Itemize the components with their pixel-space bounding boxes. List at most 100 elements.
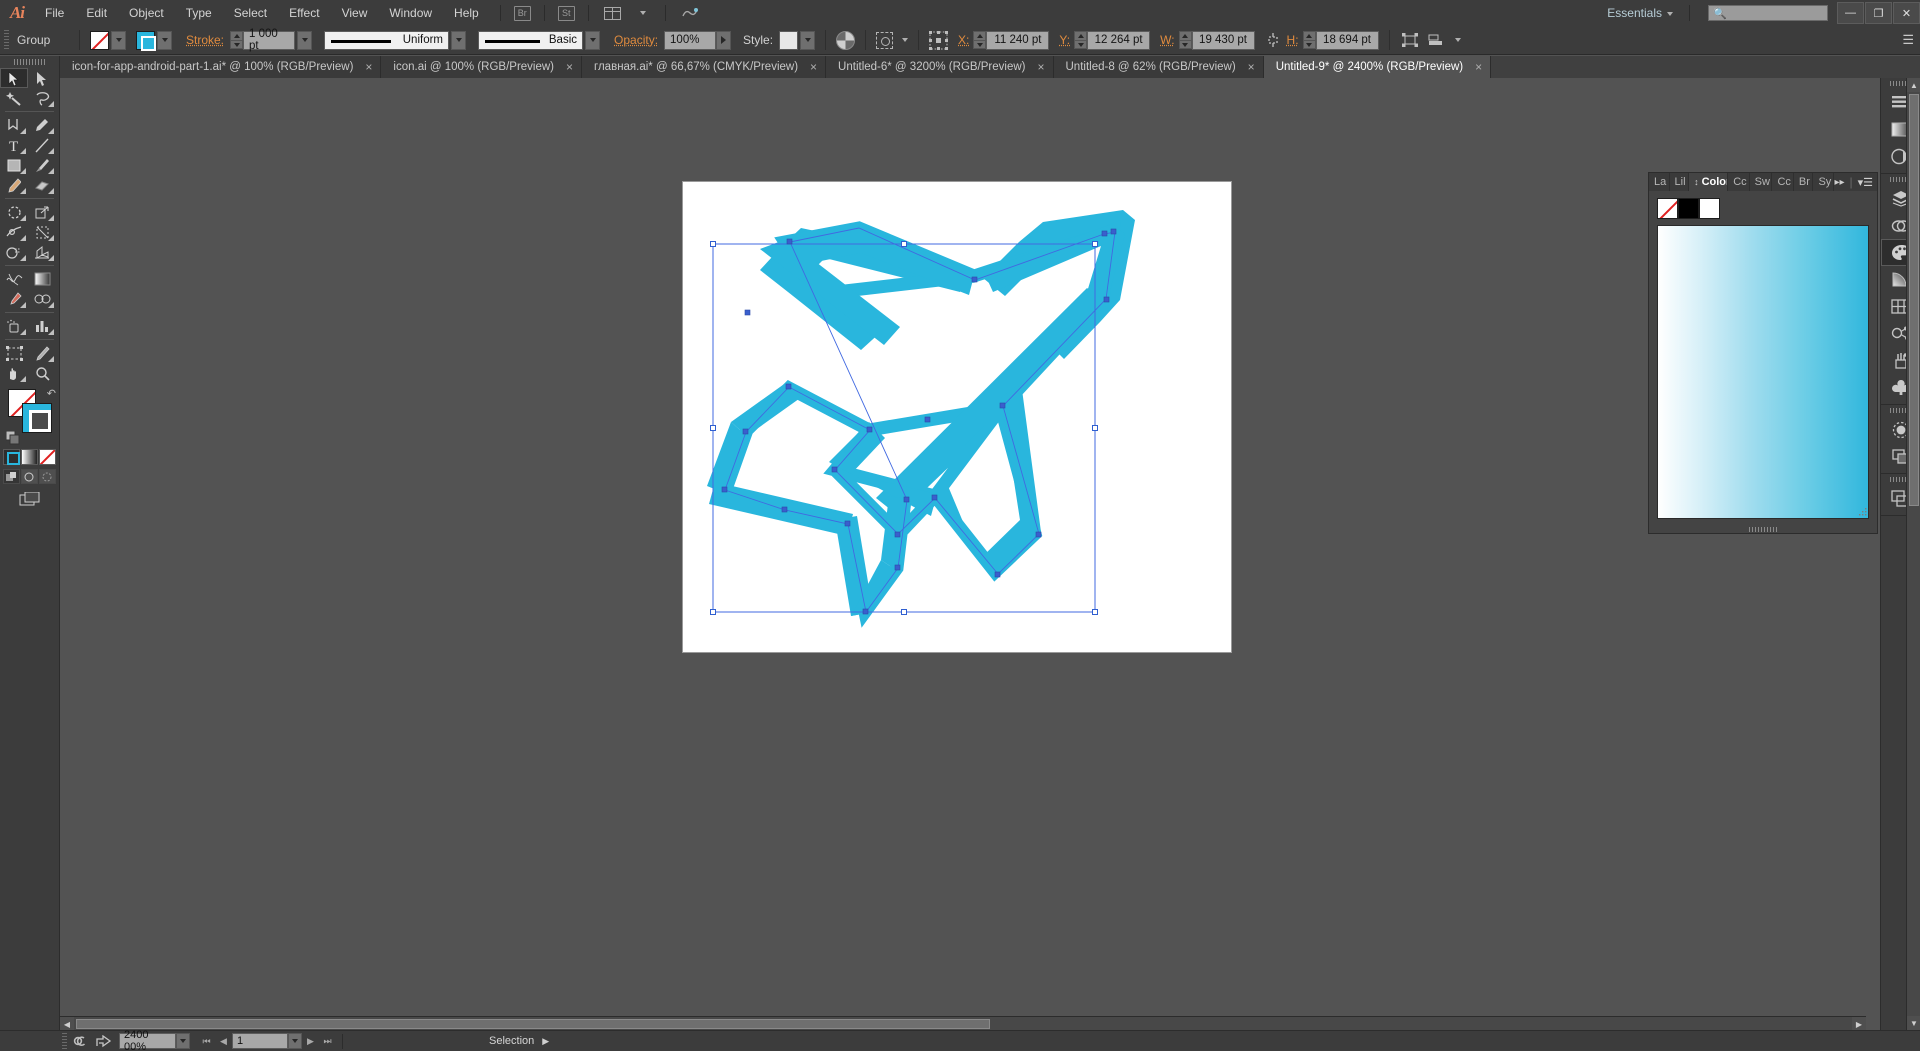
scale-tool[interactable] — [28, 202, 56, 222]
stroke-profile-select[interactable]: Uniform — [324, 30, 450, 50]
artboard-number-input[interactable]: 1 — [232, 1033, 288, 1049]
opacity-flyout-icon[interactable] — [716, 30, 732, 50]
color-mode-button[interactable] — [3, 449, 20, 465]
close-icon[interactable]: × — [1248, 60, 1255, 74]
horizontal-scrollbar[interactable]: ◀ ▶ — [60, 1016, 1866, 1031]
panel-tab-layers[interactable]: La — [1649, 173, 1670, 191]
y-input[interactable]: 12 264 pt — [1087, 30, 1151, 50]
stroke-weight-up[interactable] — [230, 31, 244, 40]
artboard-dropdown-icon[interactable] — [288, 1033, 302, 1049]
y-down[interactable] — [1074, 40, 1088, 49]
close-icon[interactable]: × — [1475, 60, 1482, 74]
symbol-sprayer-tool[interactable] — [0, 316, 28, 336]
rectangle-tool[interactable] — [0, 155, 28, 175]
preferences-icon[interactable] — [71, 1033, 93, 1050]
magic-wand-tool[interactable] — [0, 88, 28, 108]
menu-view[interactable]: View — [331, 0, 379, 26]
none-mode-button[interactable] — [39, 449, 56, 465]
w-input[interactable]: 19 430 pt — [1191, 30, 1255, 50]
h-down[interactable] — [1302, 40, 1316, 49]
bridge-icon[interactable]: Br — [513, 5, 531, 21]
recolor-chevron-icon[interactable] — [902, 38, 909, 42]
x-input[interactable]: 11 240 pt — [986, 30, 1050, 50]
hand-tool[interactable] — [0, 363, 28, 383]
status-bar-grip[interactable] — [62, 1033, 67, 1049]
column-graph-tool[interactable] — [28, 316, 56, 336]
stroke-swatch-icon[interactable] — [136, 30, 156, 51]
color-panel-resize-grip[interactable] — [1649, 525, 1879, 533]
panel-resize-icon[interactable] — [1858, 508, 1867, 517]
width-tool[interactable] — [0, 222, 28, 242]
blend-tool[interactable] — [28, 289, 56, 309]
menu-object[interactable]: Object — [118, 0, 175, 26]
document-tab[interactable]: icon-for-app-android-part-1.ai* @ 100% (… — [60, 56, 382, 78]
free-transform-tool[interactable] — [28, 222, 56, 242]
next-artboard-icon[interactable]: ▶ — [302, 1033, 319, 1049]
pen-tool[interactable] — [0, 115, 28, 135]
control-bar-menu-icon[interactable]: ☰ — [1902, 32, 1914, 48]
opacity-label[interactable]: Opacity: — [614, 33, 658, 47]
align-panel-icon[interactable] — [1426, 31, 1446, 50]
collapse-panel-icon[interactable]: ▸▸ — [1834, 177, 1844, 188]
default-fill-stroke-icon[interactable] — [5, 430, 20, 445]
canvas-area[interactable] — [60, 78, 1866, 1030]
airplane-artwork[interactable] — [683, 182, 1231, 652]
brush-definition-select[interactable]: Basic — [478, 30, 584, 50]
panel-tab-swatches[interactable]: Sw — [1749, 173, 1773, 191]
rotate-tool[interactable] — [0, 202, 28, 222]
panel-tab-brushes[interactable]: Br — [1793, 173, 1814, 191]
panel-tab-cc-libraries[interactable]: Cc — [1728, 173, 1750, 191]
opacity-mask-icon[interactable] — [836, 30, 856, 50]
shape-builder-tool[interactable] — [0, 242, 28, 262]
search-input[interactable]: 🔍 — [1708, 5, 1828, 21]
opacity-input[interactable]: 100% — [664, 30, 717, 50]
type-tool[interactable]: T — [0, 135, 28, 155]
selection-tool[interactable] — [0, 68, 28, 88]
y-up[interactable] — [1074, 31, 1088, 40]
arrange-documents-icon[interactable] — [602, 4, 624, 22]
first-artboard-icon[interactable]: ⏮ — [198, 1033, 215, 1049]
arrange-chevron-icon[interactable] — [630, 4, 652, 22]
y-stepper[interactable] — [1074, 31, 1088, 49]
close-icon[interactable]: × — [566, 60, 573, 74]
draw-inside-button[interactable] — [39, 469, 56, 484]
color-panel[interactable]: La Lil ↕ Color Cc Sw Cc Br Sy ▸▸ | ▾☰ — [1648, 172, 1878, 534]
scroll-left-icon[interactable]: ◀ — [60, 1017, 74, 1031]
close-button[interactable]: ✕ — [1893, 2, 1920, 24]
scroll-right-icon[interactable]: ▶ — [1852, 1017, 1866, 1031]
mesh-tool[interactable] — [0, 269, 28, 289]
reference-point-icon[interactable] — [929, 30, 949, 50]
eraser-tool[interactable] — [28, 175, 56, 195]
stroke-swatch-group[interactable] — [136, 30, 172, 51]
menu-select[interactable]: Select — [223, 0, 278, 26]
h-stepper[interactable] — [1302, 31, 1316, 49]
perspective-grid-tool[interactable] — [28, 242, 56, 262]
gradient-mode-button[interactable] — [21, 449, 38, 465]
draw-normal-button[interactable] — [3, 469, 20, 484]
h-up[interactable] — [1302, 31, 1316, 40]
panel-tab-color[interactable]: ↕ Color — [1689, 173, 1729, 191]
menu-edit[interactable]: Edit — [75, 0, 118, 26]
style-dropdown-icon[interactable] — [800, 30, 816, 50]
tools-panel-grip[interactable] — [0, 56, 59, 68]
h-input[interactable]: 18 694 pt — [1315, 30, 1379, 50]
lasso-tool[interactable] — [28, 88, 56, 108]
document-tab[interactable]: Untitled-8 @ 62% (RGB/Preview) × — [1053, 56, 1264, 78]
fill-swatch-icon[interactable] — [90, 30, 109, 50]
color-spectrum[interactable] — [1657, 225, 1869, 519]
scroll-down-icon[interactable]: ▼ — [1907, 1016, 1920, 1030]
stroke-weight-down[interactable] — [230, 40, 244, 49]
swap-fill-stroke-icon[interactable]: ↶ — [47, 387, 56, 400]
style-swatch-icon[interactable] — [779, 30, 799, 50]
constrain-proportions-icon[interactable] — [1263, 31, 1283, 50]
artboard-tool[interactable] — [0, 343, 28, 363]
stroke-weight-dropdown-icon[interactable] — [297, 30, 313, 50]
eyedropper-tool[interactable] — [0, 289, 28, 309]
align-chevron-icon[interactable] — [1454, 38, 1461, 42]
pencil-tool[interactable] — [0, 175, 28, 195]
curvature-tool[interactable] — [28, 115, 56, 135]
close-icon[interactable]: × — [1037, 60, 1044, 74]
vertical-scroll-thumb[interactable] — [1909, 94, 1919, 506]
zoom-dropdown-icon[interactable] — [176, 1033, 190, 1049]
document-tab-active[interactable]: Untitled-9* @ 2400% (RGB/Preview) × — [1263, 56, 1492, 78]
